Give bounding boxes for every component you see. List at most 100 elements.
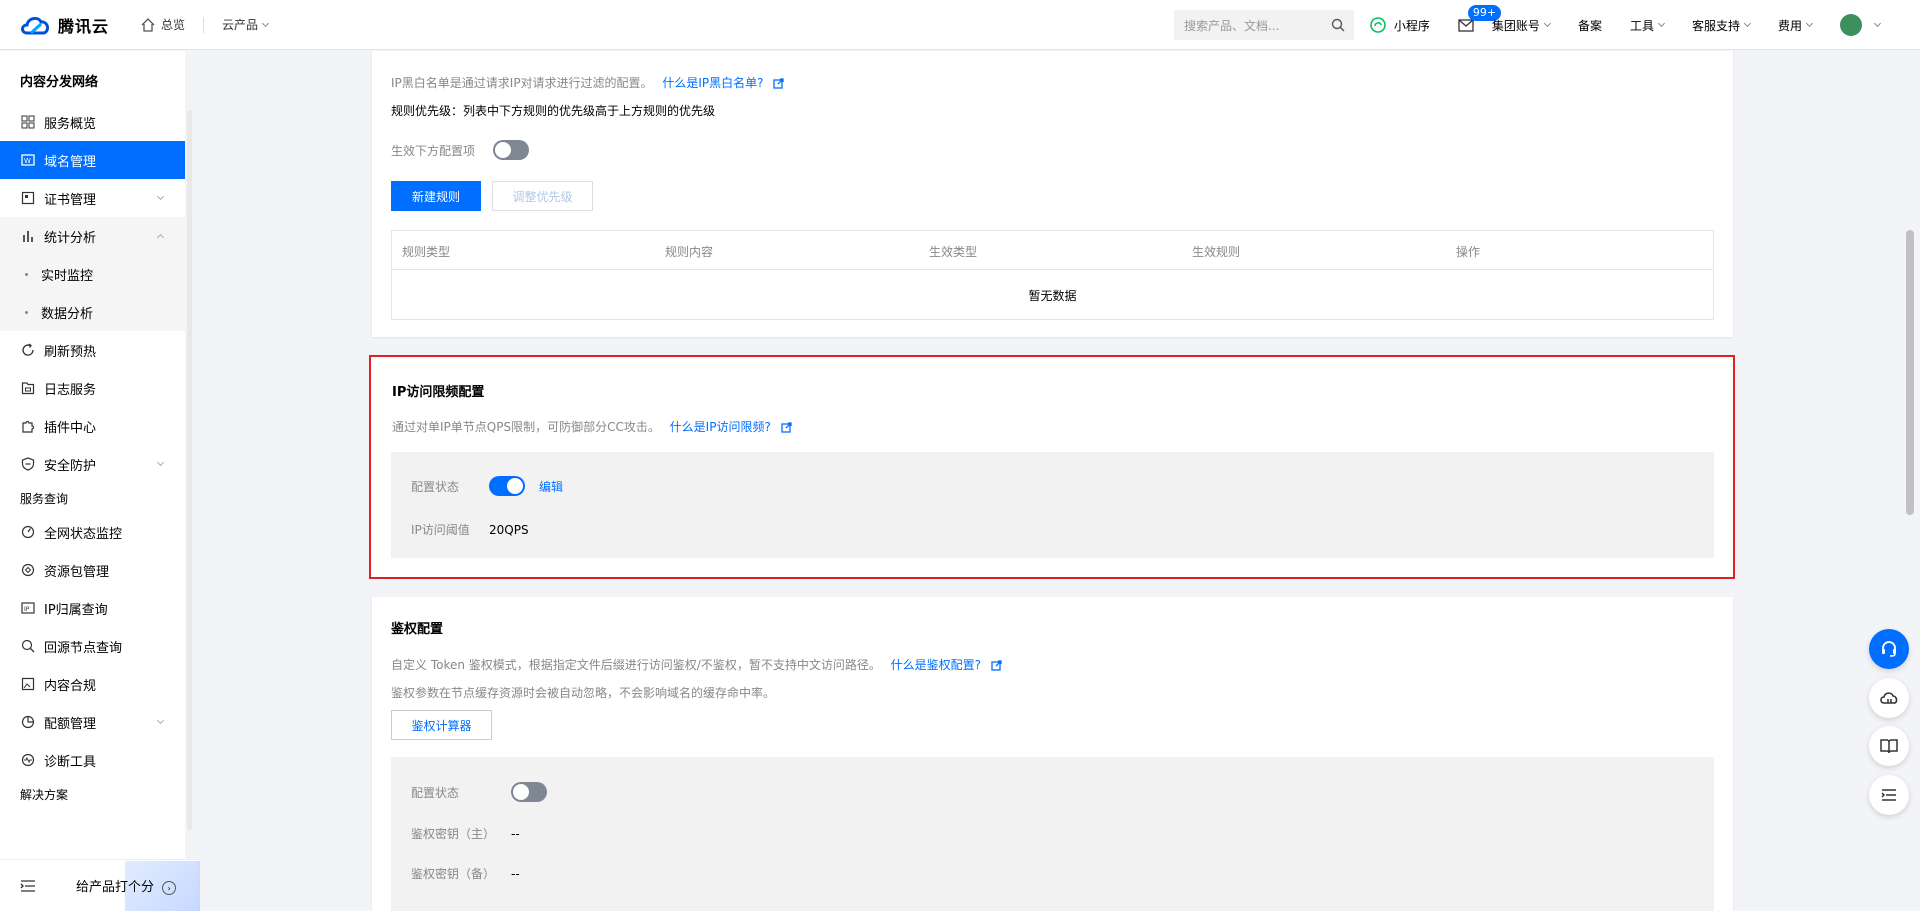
certificate-icon xyxy=(20,190,36,206)
sidebar-item-overview[interactable]: 服务概览 xyxy=(0,103,185,141)
sidebar-title: 内容分发网络 xyxy=(20,75,99,90)
collapse-menu-icon[interactable] xyxy=(20,879,36,893)
sidebar-group-solution: 解决方案 xyxy=(20,788,69,802)
gauge-icon xyxy=(20,524,36,540)
sidebar-item-statistics[interactable]: 统计分析 xyxy=(0,217,185,255)
column-header: 生效类型 xyxy=(929,245,978,259)
package-icon xyxy=(20,562,36,578)
chevron-down-icon xyxy=(1805,19,1814,28)
key-main-label: 鉴权密钥（主） xyxy=(411,827,496,841)
tools-label: 工具 xyxy=(1629,18,1654,33)
chevron-down-icon xyxy=(156,716,165,725)
avatar xyxy=(1840,14,1862,36)
sidebar-item-label: 日志服务 xyxy=(44,382,97,398)
beian-link[interactable]: 备案 xyxy=(1578,17,1602,34)
billing-dropdown[interactable]: 费用 xyxy=(1778,17,1814,34)
sidebar-item-diagnostics[interactable]: 诊断工具 xyxy=(0,741,185,779)
external-link-icon[interactable] xyxy=(773,78,785,89)
sidebar-item-label: IP归属查询 xyxy=(44,602,108,618)
tencent-cloud-logo[interactable]: 腾讯云 xyxy=(19,13,109,37)
external-link-icon[interactable] xyxy=(991,660,1002,671)
new-rule-button[interactable]: 新建规则 xyxy=(391,181,481,211)
brand-name: 腾讯云 xyxy=(58,16,110,36)
support-dropdown[interactable]: 客服支持 xyxy=(1692,17,1752,34)
key-main-value: -- xyxy=(511,826,520,841)
sidebar-item-security[interactable]: 安全防护 xyxy=(0,445,185,483)
apply-config-toggle[interactable] xyxy=(493,140,530,160)
arrow-right-icon: › xyxy=(162,881,177,896)
sidebar-item-quota[interactable]: 配额管理 xyxy=(0,703,185,741)
threshold-value: 20QPS xyxy=(489,522,529,537)
sidebar-item-plugins[interactable]: 插件中心 xyxy=(0,407,185,445)
external-link-icon[interactable] xyxy=(781,422,792,433)
auth-calculator-button[interactable]: 鉴权计算器 xyxy=(391,710,492,740)
nav-home-label: 总览 xyxy=(161,18,186,32)
status-label: 配置状态 xyxy=(411,479,460,494)
chevron-down-icon xyxy=(262,19,270,27)
sidebar-item-origin-node[interactable]: 回源节点查询 xyxy=(0,627,185,665)
bullet-icon xyxy=(25,310,28,314)
mail-icon xyxy=(1458,18,1474,32)
sidebar-item-label: 统计分析 xyxy=(44,230,97,246)
sidebar-item-label: 全网状态监控 xyxy=(44,526,123,542)
sidebar-item-certificate[interactable]: 证书管理 xyxy=(0,179,185,217)
ip-rate-help-link[interactable]: 什么是IP访问限频? xyxy=(670,420,771,434)
desc-text: 自定义 Token 鉴权模式，根据指定文件后缀进行访问鉴权/不鉴权，暂不支持中文… xyxy=(391,658,881,672)
search-icon[interactable] xyxy=(1331,18,1345,32)
mini-program-link[interactable]: 小程序 xyxy=(1370,17,1430,34)
sidebar-scrollbar[interactable] xyxy=(187,110,192,830)
svg-text:W: W xyxy=(24,157,31,165)
sidebar-item-data-analysis[interactable]: 数据分析 xyxy=(0,293,185,331)
sidebar-item-network-status[interactable]: 全网状态监控 xyxy=(0,513,185,551)
sidebar-item-ip-lookup[interactable]: IP IP归属查询 xyxy=(0,589,185,627)
search-node-icon xyxy=(20,638,36,654)
cloud-assistant-button[interactable] xyxy=(1869,678,1909,718)
book-icon xyxy=(1880,739,1898,754)
page-scrollbar[interactable] xyxy=(1906,230,1914,515)
divider xyxy=(203,16,205,33)
chevron-down-icon xyxy=(1657,19,1666,28)
log-icon xyxy=(20,380,36,396)
sidebar-item-realtime[interactable]: 实时监控 xyxy=(0,255,185,293)
nav-home[interactable]: 总览 xyxy=(141,16,185,33)
adjust-priority-button[interactable]: 调整优先级 xyxy=(492,181,593,211)
mail-button[interactable]: 99+ xyxy=(1458,4,1502,32)
customer-service-button[interactable] xyxy=(1869,629,1909,669)
key-backup-label: 鉴权密钥（备） xyxy=(411,867,496,881)
auth-note: 鉴权参数在节点缓存资源时会被自动忽略，不会影响域名的缓存命中率。 xyxy=(391,686,776,700)
search-placeholder: 搜索产品、文档... xyxy=(1184,18,1280,33)
auth-help-link[interactable]: 什么是鉴权配置? xyxy=(891,658,981,672)
user-menu[interactable] xyxy=(1840,14,1882,36)
sidebar-item-logs[interactable]: 日志服务 xyxy=(0,369,185,407)
column-header: 规则内容 xyxy=(665,245,714,259)
search-input[interactable]: 搜索产品、文档... xyxy=(1174,10,1354,40)
docs-button[interactable] xyxy=(1869,726,1909,766)
section-title: IP访问限频配置 xyxy=(392,385,485,400)
sidebar-item-package[interactable]: 资源包管理 xyxy=(0,551,185,589)
home-icon xyxy=(141,17,155,32)
ip-blacklist-card: IP黑白名单是通过请求IP对请求进行过滤的配置。 什么是IP黑白名单? 规则优先… xyxy=(372,51,1733,337)
rate-product-button[interactable]: 给产品打个分 › xyxy=(76,876,177,896)
desc-text: IP黑白名单是通过请求IP对请求进行过滤的配置。 xyxy=(391,76,653,90)
mini-program-label: 小程序 xyxy=(1393,18,1430,33)
edit-link[interactable]: 编辑 xyxy=(539,478,563,495)
account-dropdown[interactable]: 集团账号 xyxy=(1492,17,1551,34)
sidebar-item-label: 实时监控 xyxy=(41,268,94,284)
tools-dropdown[interactable]: 工具 xyxy=(1629,17,1666,34)
sidebar-item-label: 插件中心 xyxy=(44,420,97,436)
sidebar-item-domain[interactable]: W 域名管理 xyxy=(0,141,185,179)
ip-blacklist-help-link[interactable]: 什么是IP黑白名单? xyxy=(662,76,763,90)
sidebar-item-compliance[interactable]: 内容合规 xyxy=(0,665,185,703)
auth-desc: 自定义 Token 鉴权模式，根据指定文件后缀进行访问鉴权/不鉴权，暂不支持中文… xyxy=(391,656,1002,673)
nav-products-dropdown[interactable]: 云产品 xyxy=(222,16,270,33)
sidebar-item-refresh[interactable]: 刷新预热 xyxy=(0,331,185,369)
auth-status-toggle[interactable] xyxy=(511,782,547,802)
outline-button[interactable] xyxy=(1869,775,1909,815)
ip-rate-desc: 通过对单IP单节点QPS限制，可防御部分CC攻击。 什么是IP访问限频? xyxy=(392,418,792,435)
key-backup-value: -- xyxy=(511,866,520,881)
ip-rate-status-toggle[interactable] xyxy=(489,476,525,496)
sidebar-item-label: 配额管理 xyxy=(44,716,97,732)
cloud-icon xyxy=(1880,692,1898,704)
list-icon xyxy=(1881,789,1896,801)
svg-text:IP: IP xyxy=(24,606,30,613)
